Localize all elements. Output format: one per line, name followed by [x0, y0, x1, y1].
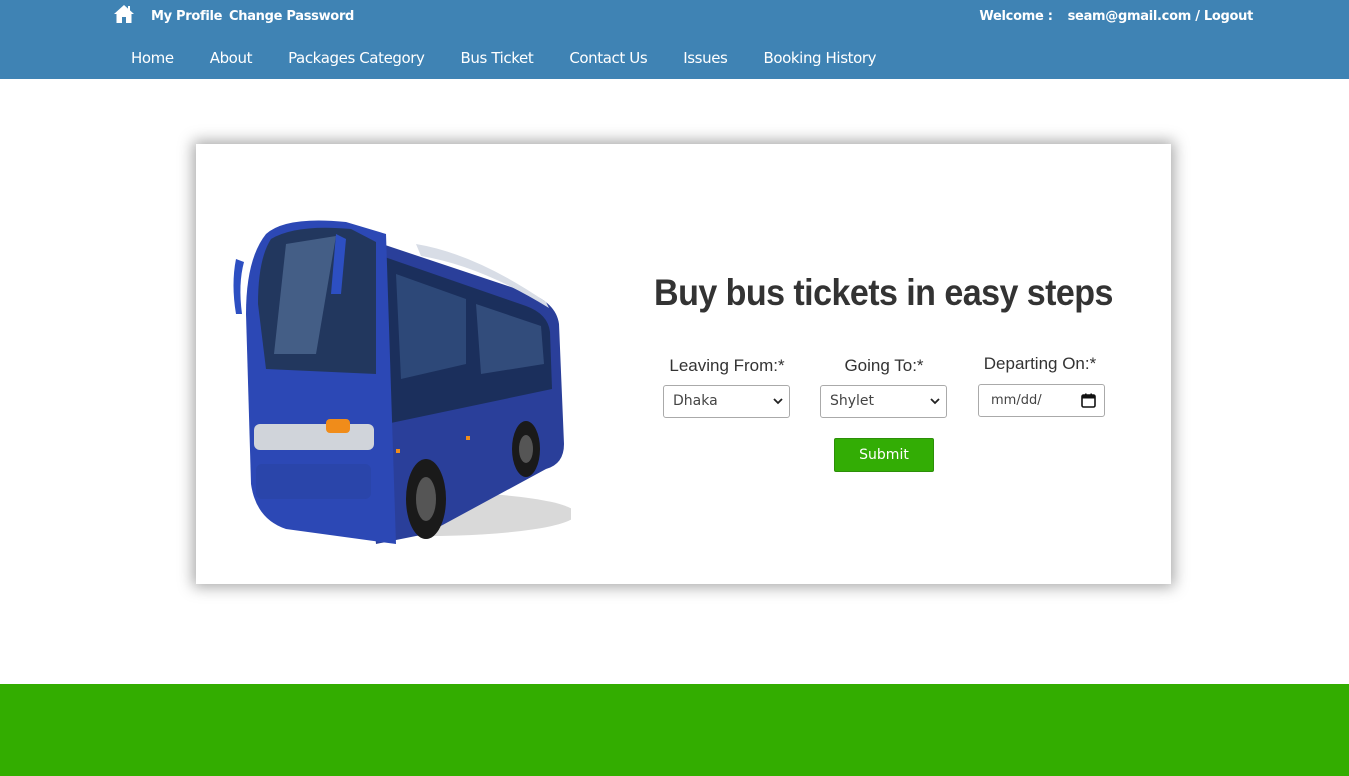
nav-booking-history[interactable]: Booking History	[745, 44, 894, 72]
departing-on-label: Departing On:*	[983, 354, 1097, 373]
booking-heading: Buy bus tickets in easy steps	[654, 272, 1113, 313]
leaving-from-label: Leaving From:*	[669, 356, 785, 375]
going-to-label: Going To:*	[844, 356, 924, 375]
nav-home[interactable]: Home	[113, 44, 192, 72]
chevron-down-icon	[773, 398, 783, 405]
user-email-link[interactable]: seam@gmail.com	[1068, 9, 1192, 24]
leaving-from-value: Dhaka	[673, 393, 718, 409]
main-nav: Home About Packages Category Bus Ticket …	[113, 44, 894, 72]
my-profile-link[interactable]: My Profile	[151, 9, 223, 24]
calendar-icon[interactable]	[1081, 393, 1096, 408]
going-to-select[interactable]: Shylet	[820, 385, 947, 418]
separator: /	[1195, 9, 1200, 24]
change-password-link[interactable]: Change Password	[229, 9, 354, 24]
submit-button[interactable]: Submit	[834, 438, 934, 472]
leaving-from-select[interactable]: Dhaka	[663, 385, 790, 418]
date-placeholder: mm/dd/	[991, 393, 1042, 408]
footer	[0, 684, 1349, 776]
going-to-value: Shylet	[830, 393, 875, 409]
chevron-down-icon	[930, 398, 940, 405]
top-header: My Profile Change Password Welcome : seam…	[0, 0, 1349, 79]
logout-link[interactable]: Logout	[1204, 9, 1253, 24]
departing-on-date-input[interactable]: mm/dd/	[978, 384, 1105, 417]
home-icon[interactable]	[113, 4, 135, 24]
nav-bus-ticket[interactable]: Bus Ticket	[443, 44, 552, 72]
booking-card: Buy bus tickets in easy steps Leaving Fr…	[196, 144, 1171, 584]
nav-issues[interactable]: Issues	[665, 44, 745, 72]
welcome-label: Welcome :	[979, 9, 1053, 24]
welcome-area: Welcome : seam@gmail.com / Logout	[979, 9, 1253, 24]
nav-contact-us[interactable]: Contact Us	[551, 44, 665, 72]
nav-about[interactable]: About	[192, 44, 270, 72]
nav-packages-category[interactable]: Packages Category	[270, 44, 442, 72]
bus-image	[233, 220, 571, 544]
